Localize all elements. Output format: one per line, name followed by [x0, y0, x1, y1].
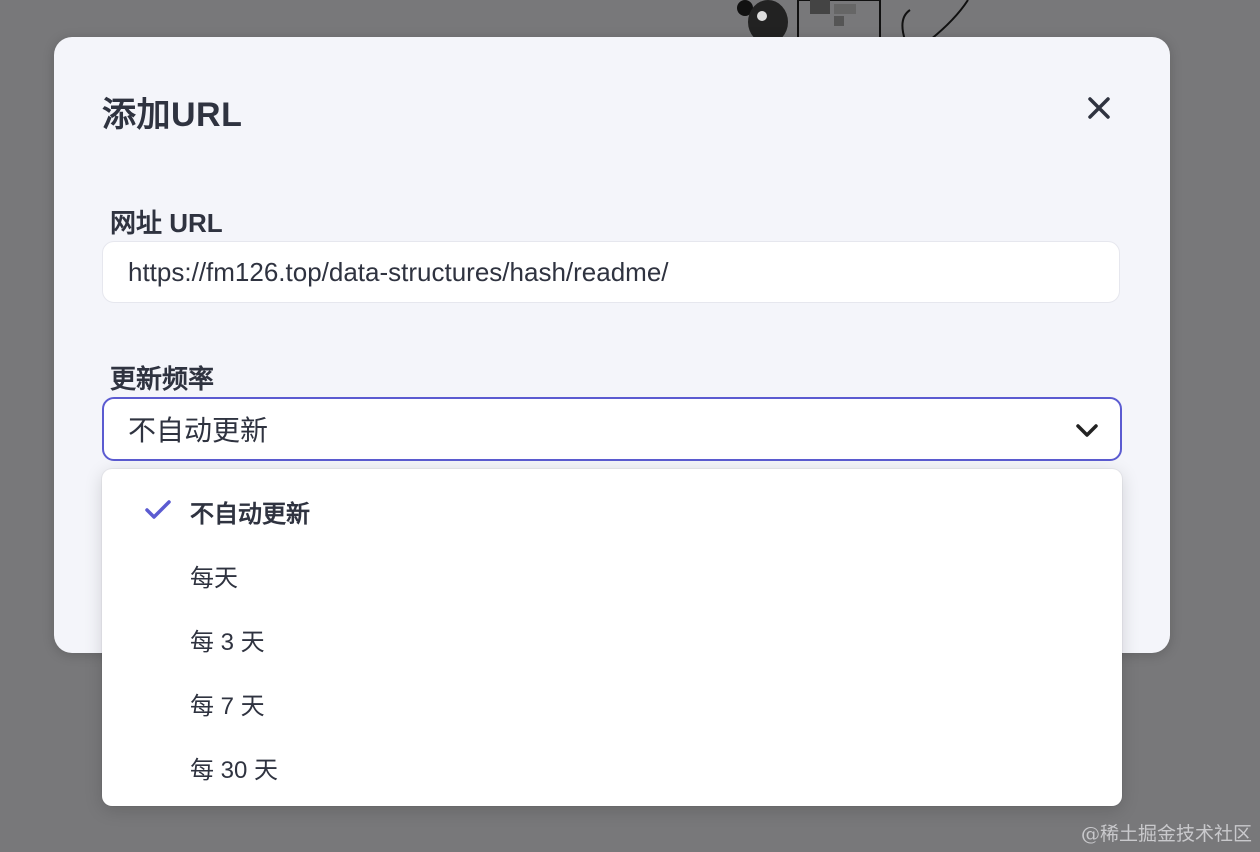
- frequency-option-none[interactable]: 不自动更新: [102, 479, 1122, 543]
- option-label: 不自动更新: [190, 500, 310, 528]
- option-label: 每 3 天: [190, 628, 265, 656]
- frequency-option-7-days[interactable]: 每 7 天: [102, 671, 1122, 735]
- close-icon: [1088, 97, 1110, 119]
- option-label: 每 30 天: [190, 756, 279, 784]
- frequency-option-30-days[interactable]: 每 30 天: [102, 735, 1122, 799]
- background-illustration: [730, 0, 980, 40]
- url-field-label: 网址 URL: [110, 208, 223, 238]
- frequency-option-daily[interactable]: 每天: [102, 543, 1122, 607]
- frequency-select-value: 不自动更新: [128, 415, 269, 446]
- option-label: 每 7 天: [190, 692, 265, 720]
- frequency-dropdown-menu: 不自动更新 每天 每 3 天 每 7 天 每 30 天: [102, 469, 1122, 806]
- frequency-option-3-days[interactable]: 每 3 天: [102, 607, 1122, 671]
- close-button[interactable]: [1082, 91, 1116, 125]
- frequency-select[interactable]: 不自动更新: [102, 397, 1122, 461]
- watermark: @稀土掘金技术社区: [1080, 823, 1252, 845]
- option-label: 每天: [190, 564, 238, 592]
- frequency-field-label: 更新频率: [110, 364, 215, 394]
- dialog-title: 添加URL: [102, 96, 243, 134]
- check-icon: [145, 500, 171, 519]
- url-input[interactable]: [102, 241, 1120, 303]
- chevron-down-icon: [1076, 424, 1098, 437]
